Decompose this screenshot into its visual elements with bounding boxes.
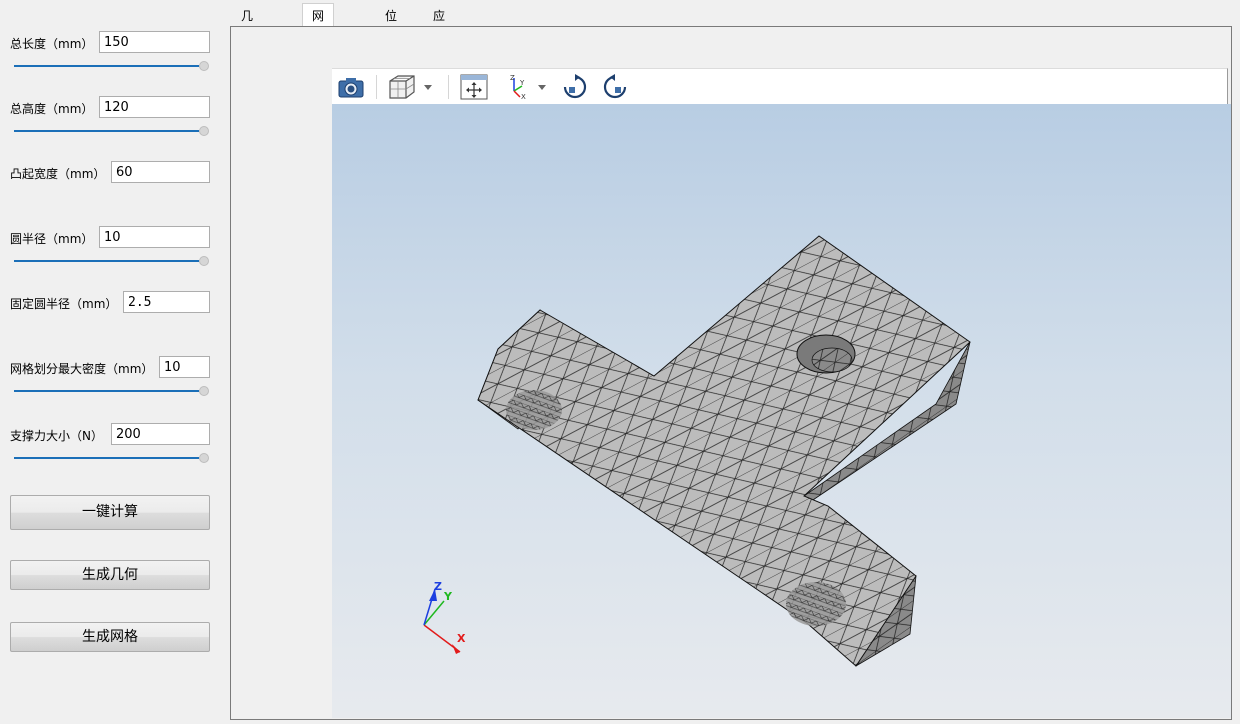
total-height-input[interactable] bbox=[99, 96, 210, 118]
mesh-max-density-label: 网格划分最大密度（mm） bbox=[10, 362, 154, 376]
support-force-label: 支撑力大小（N） bbox=[10, 429, 103, 443]
fixed-circle-radius-label: 固定圆半径（mm） bbox=[10, 297, 118, 311]
hole-inner bbox=[811, 347, 853, 373]
axis-triad bbox=[423, 588, 461, 654]
total-height-slider[interactable] bbox=[14, 126, 209, 136]
total-length-input[interactable] bbox=[99, 31, 210, 53]
mesh-top-surface bbox=[477, 235, 971, 667]
slider-thumb[interactable] bbox=[199, 453, 209, 463]
slider-thumb[interactable] bbox=[199, 386, 209, 396]
generate-mesh-button[interactable]: 生成网格 bbox=[10, 622, 210, 652]
rotate-ccw-icon[interactable] bbox=[600, 73, 630, 101]
axis-x-label: X bbox=[457, 632, 466, 645]
slider-thumb[interactable] bbox=[199, 61, 209, 71]
viewer-toolbar: ZYX bbox=[332, 68, 1228, 104]
fixed-circle-radius-input[interactable] bbox=[123, 291, 210, 313]
toolbar-separator bbox=[376, 75, 377, 99]
circle-radius-label: 圆半径（mm） bbox=[10, 232, 94, 246]
fit-all-icon[interactable] bbox=[458, 73, 490, 101]
tab-meshing[interactable]: 网格划分 bbox=[302, 3, 335, 95]
axis-z-label: Z bbox=[434, 580, 442, 593]
toolbar-separator bbox=[448, 75, 449, 99]
dense-mesh-region bbox=[506, 390, 562, 430]
total-height-label: 总高度（mm） bbox=[10, 102, 94, 116]
slider-thumb[interactable] bbox=[199, 256, 209, 266]
total-length-label: 总长度（mm） bbox=[10, 37, 94, 51]
tab-geometry[interactable]: 几何结构 bbox=[232, 6, 262, 83]
boss-width-label: 凸起宽度（mm） bbox=[10, 167, 106, 181]
mesh-max-density-slider[interactable] bbox=[14, 386, 209, 396]
view-cube-icon[interactable] bbox=[386, 73, 436, 101]
tab-displacement[interactable]: 位移 bbox=[376, 6, 406, 43]
circle-radius-slider[interactable] bbox=[14, 256, 209, 266]
3d-viewport[interactable]: X Y Z bbox=[332, 104, 1231, 718]
slider-thumb[interactable] bbox=[199, 126, 209, 136]
dense-mesh-region bbox=[786, 582, 846, 626]
camera-icon[interactable] bbox=[336, 73, 366, 101]
mesh-max-density-input[interactable] bbox=[159, 356, 210, 378]
generate-geometry-button[interactable]: 生成几何 bbox=[10, 560, 210, 590]
svg-text:Z: Z bbox=[510, 74, 515, 82]
total-length-slider[interactable] bbox=[14, 61, 209, 71]
support-force-input[interactable] bbox=[111, 423, 210, 445]
axes-orientation-icon[interactable]: ZYX bbox=[502, 73, 550, 101]
svg-text:X: X bbox=[521, 93, 526, 101]
circle-radius-input[interactable] bbox=[99, 226, 210, 248]
boss-width-input[interactable] bbox=[111, 161, 210, 183]
axis-y-label: Y bbox=[444, 590, 452, 603]
svg-text:Y: Y bbox=[519, 79, 525, 87]
support-force-slider[interactable] bbox=[14, 453, 209, 463]
tab-stress[interactable]: 应力 bbox=[424, 6, 454, 43]
compute-button[interactable]: 一键计算 bbox=[10, 495, 210, 530]
mesh-model-canvas bbox=[423, 235, 971, 667]
rotate-cw-icon[interactable] bbox=[560, 73, 590, 101]
